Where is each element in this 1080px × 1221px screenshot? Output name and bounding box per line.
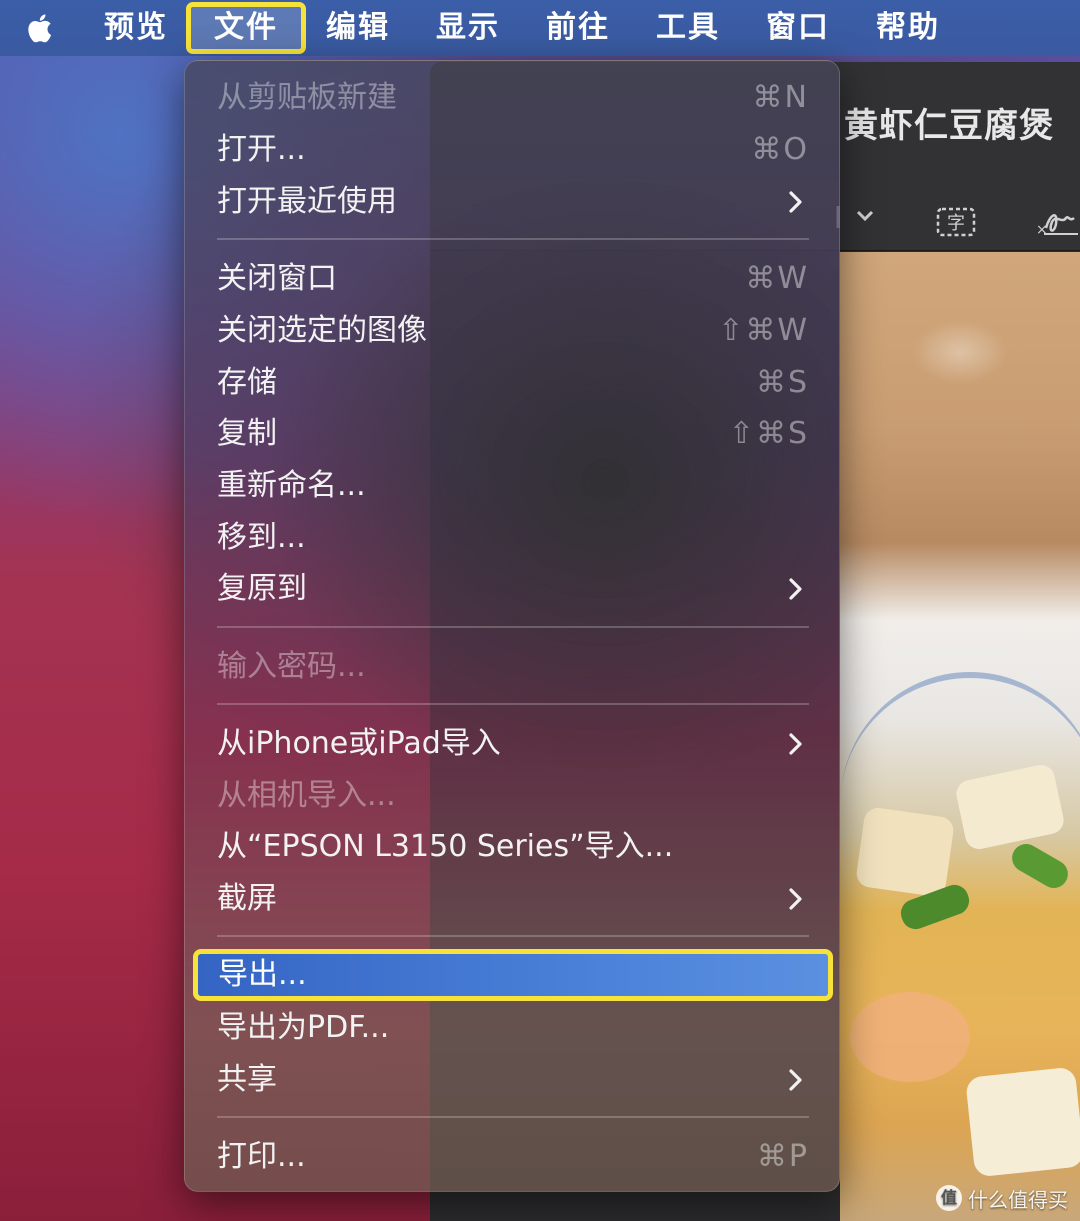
menu-item-close-window[interactable]: 关闭窗口 ⌘W	[185, 253, 841, 305]
menu-item-import-from-camera[interactable]: 从相机导入...	[185, 770, 841, 822]
menu-item-rename[interactable]: 重新命名...	[185, 460, 841, 512]
chevron-right-icon	[783, 1068, 807, 1092]
watermark: 值 什么值得买	[936, 1183, 1068, 1213]
menu-item-label: 从相机导入...	[217, 778, 396, 813]
menu-item-revert-to[interactable]: 复原到	[185, 563, 841, 615]
menu-item-open-recent[interactable]: 打开最近使用	[185, 176, 841, 228]
menu-item-move-to[interactable]: 移到...	[185, 512, 841, 564]
menu-item-enter-password[interactable]: 输入密码...	[185, 641, 841, 693]
menu-item-label: 复原到	[217, 571, 307, 606]
menu-item-shortcut: ⌘O	[751, 132, 809, 167]
menu-item-label: 移到...	[217, 520, 306, 555]
document-title: 黄虾仁豆腐煲	[844, 106, 1054, 146]
file-dropdown-menu: 从剪贴板新建 ⌘N 打开... ⌘O 打开最近使用 关闭窗口 ⌘W 关闭选定的图…	[184, 60, 840, 1192]
menu-item-label: 打印...	[217, 1139, 306, 1174]
menu-item-shortcut: ⌘P	[756, 1139, 809, 1174]
tofu-piece	[854, 806, 956, 898]
menu-help[interactable]: 帮助	[868, 6, 948, 50]
menu-item-open[interactable]: 打开... ⌘O	[185, 124, 841, 176]
menu-window[interactable]: 窗口	[758, 6, 838, 50]
menu-item-label: 从iPhone或iPad导入	[217, 726, 501, 761]
menu-item-label: 从“EPSON L3150 Series”导入...	[217, 829, 674, 864]
menu-edit[interactable]: 编辑	[318, 6, 398, 50]
menu-item-label: 截屏	[217, 881, 277, 916]
menu-tools[interactable]: 工具	[648, 6, 728, 50]
menu-item-label: 导出为PDF...	[217, 1010, 390, 1045]
menu-item-label: 导出...	[218, 957, 307, 992]
menu-item-new-from-clipboard[interactable]: 从剪贴板新建 ⌘N	[185, 72, 841, 124]
menu-item-label: 打开最近使用	[217, 184, 397, 219]
menu-item-export-as-pdf[interactable]: 导出为PDF...	[185, 1002, 841, 1054]
menu-item-shortcut: ⌘S	[755, 365, 809, 400]
menu-item-label: 共享	[217, 1062, 277, 1097]
menu-separator	[217, 935, 809, 937]
menu-item-label: 关闭选定的图像	[217, 313, 427, 348]
menu-separator	[217, 1116, 809, 1118]
text-box-icon[interactable]: 字	[936, 206, 976, 242]
menu-view[interactable]: 显示	[428, 6, 508, 50]
menu-item-import-from-iphone-ipad[interactable]: 从iPhone或iPad导入	[185, 718, 841, 770]
apple-logo-icon[interactable]	[20, 8, 60, 48]
menu-item-shortcut: ⇧⌘S	[728, 416, 809, 451]
menu-item-label: 关闭窗口	[217, 261, 337, 296]
chevron-right-icon	[783, 190, 807, 214]
chevron-down-icon[interactable]	[836, 202, 876, 236]
tofu-piece	[965, 1066, 1080, 1178]
watermark-logo-icon: 值	[936, 1185, 962, 1211]
menu-item-duplicate[interactable]: 复制 ⇧⌘S	[185, 408, 841, 460]
menu-preview[interactable]: 预览	[98, 6, 174, 50]
menu-item-label: 存储	[217, 365, 277, 400]
menu-item-import-from-epson[interactable]: 从“EPSON L3150 Series”导入...	[185, 821, 841, 873]
menu-separator	[217, 626, 809, 628]
menu-item-print[interactable]: 打印... ⌘P	[185, 1131, 841, 1183]
menu-item-export[interactable]: 导出...	[193, 949, 833, 1001]
menu-go[interactable]: 前往	[538, 6, 618, 50]
watermark-text: 什么值得买	[968, 1187, 1068, 1212]
signature-icon[interactable]: ×	[1034, 206, 1080, 244]
menu-bar: 预览 文件 编辑 显示 前往 工具 窗口 帮助	[0, 0, 1080, 56]
menu-item-label: 从剪贴板新建	[217, 80, 397, 115]
menu-item-label: 重新命名...	[217, 468, 366, 503]
menu-separator	[217, 703, 809, 705]
food-photo	[840, 252, 1080, 1221]
shrimp-piece	[850, 992, 970, 1082]
menu-item-shortcut: ⇧⌘W	[718, 313, 809, 348]
menu-item-label: 输入密码...	[217, 649, 366, 684]
menu-file[interactable]: 文件	[186, 2, 306, 54]
menu-item-label: 复制	[217, 416, 277, 451]
menu-item-share[interactable]: 共享	[185, 1054, 841, 1106]
menu-separator	[217, 238, 809, 240]
chevron-right-icon	[783, 887, 807, 911]
menu-item-screenshot[interactable]: 截屏	[185, 873, 841, 925]
menu-item-label: 打开...	[217, 132, 306, 167]
svg-text:字: 字	[947, 213, 965, 234]
chevron-right-icon	[783, 732, 807, 756]
menu-item-shortcut: ⌘W	[745, 261, 809, 296]
menu-item-shortcut: ⌘N	[752, 80, 809, 115]
menu-item-save[interactable]: 存储 ⌘S	[185, 357, 841, 409]
chevron-right-icon	[783, 577, 807, 601]
menu-item-close-selected-image[interactable]: 关闭选定的图像 ⇧⌘W	[185, 305, 841, 357]
